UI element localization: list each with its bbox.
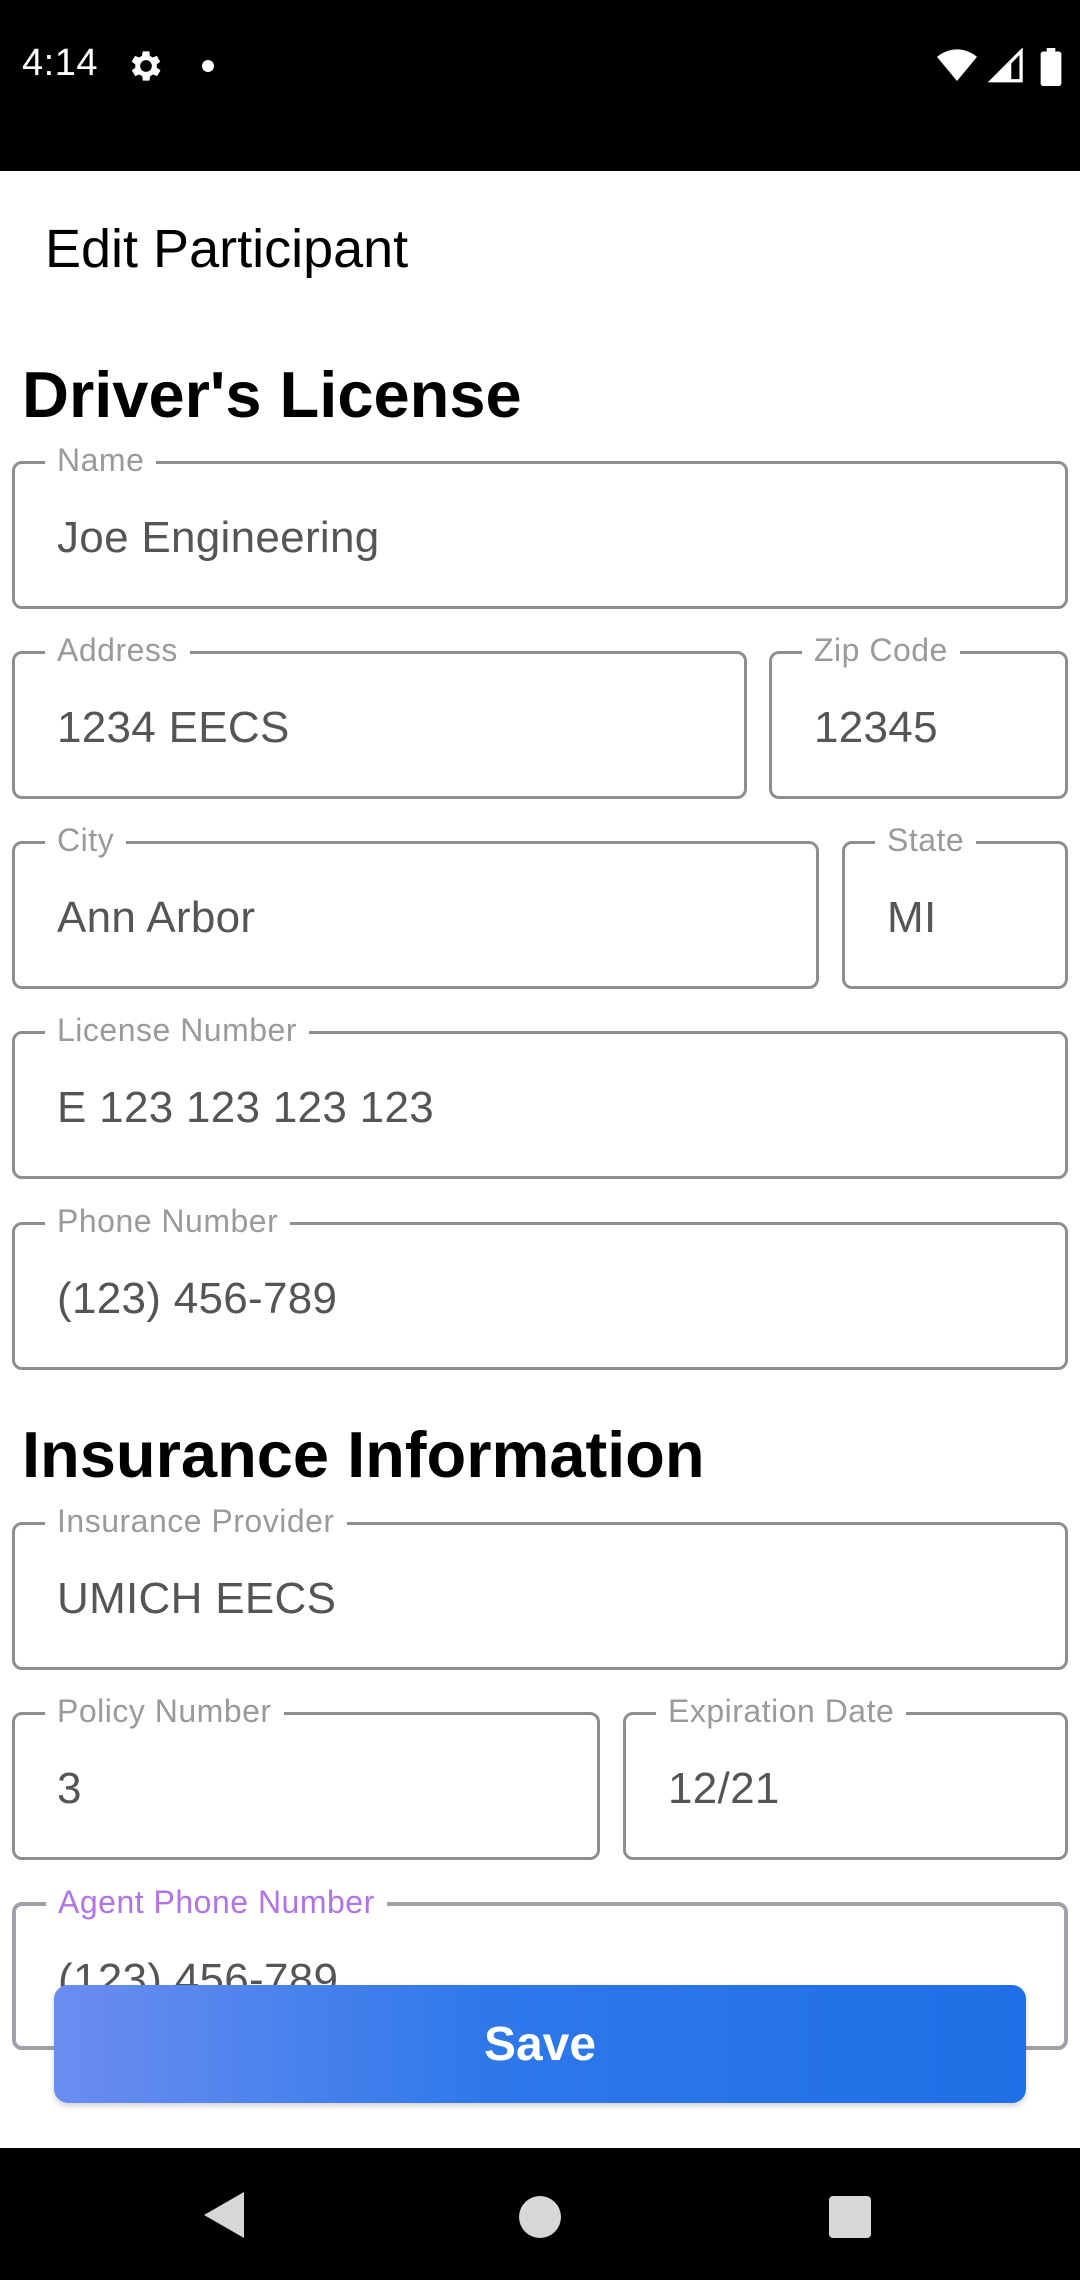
recents-icon[interactable]	[829, 2196, 871, 2238]
license-number-label: License Number	[45, 1010, 309, 1050]
expiration-date-field[interactable]: Expiration Date	[623, 1691, 1068, 1860]
state-input[interactable]	[887, 888, 1045, 948]
insurance-heading: Insurance Information	[22, 1418, 705, 1491]
signal-icon	[987, 48, 1023, 83]
license-number-input[interactable]	[57, 1078, 1045, 1138]
zip-code-label: Zip Code	[802, 630, 960, 670]
zip-code-field[interactable]: Zip Code	[769, 630, 1068, 799]
address-label: Address	[45, 630, 190, 670]
agent-phone-label: Agent Phone Number	[46, 1882, 387, 1922]
wifi-icon	[937, 49, 978, 81]
zip-code-input[interactable]	[814, 698, 1045, 758]
expiration-date-input[interactable]	[668, 1759, 1045, 1819]
navigation-bar	[0, 2148, 1080, 2280]
insurance-provider-input[interactable]	[57, 1569, 1045, 1629]
insurance-provider-label: Insurance Provider	[45, 1501, 347, 1541]
city-label: City	[45, 820, 127, 860]
state-field[interactable]: State	[842, 820, 1068, 989]
drivers-license-heading: Driver's License	[22, 358, 522, 431]
state-label: State	[875, 820, 977, 860]
city-input[interactable]	[57, 888, 796, 948]
notification-dot-icon	[202, 60, 214, 72]
policy-number-field[interactable]: Policy Number	[12, 1691, 600, 1860]
status-bar: 4:14	[0, 0, 1080, 171]
phone-number-input[interactable]	[57, 1269, 1045, 1329]
back-icon[interactable]	[204, 2192, 244, 2243]
address-input[interactable]	[57, 698, 724, 758]
address-field[interactable]: Address	[12, 630, 747, 799]
expiration-date-label: Expiration Date	[656, 1691, 907, 1731]
save-button[interactable]: Save	[54, 1985, 1026, 2103]
phone-number-label: Phone Number	[45, 1201, 291, 1241]
policy-number-input[interactable]	[57, 1759, 577, 1819]
license-number-field[interactable]: License Number	[12, 1010, 1068, 1179]
city-field[interactable]: City	[12, 820, 819, 989]
name-input[interactable]	[57, 508, 1045, 568]
phone-number-field[interactable]: Phone Number	[12, 1201, 1068, 1370]
status-time: 4:14	[22, 42, 98, 84]
name-field[interactable]: Name	[12, 440, 1068, 609]
insurance-provider-field[interactable]: Insurance Provider	[12, 1501, 1068, 1670]
page-title: Edit Participant	[45, 219, 409, 279]
battery-icon	[1040, 48, 1062, 86]
status-icons	[937, 48, 1062, 88]
home-icon[interactable]	[519, 2196, 561, 2238]
gear-icon	[126, 46, 166, 86]
policy-number-label: Policy Number	[45, 1691, 284, 1731]
name-label: Name	[45, 440, 157, 480]
